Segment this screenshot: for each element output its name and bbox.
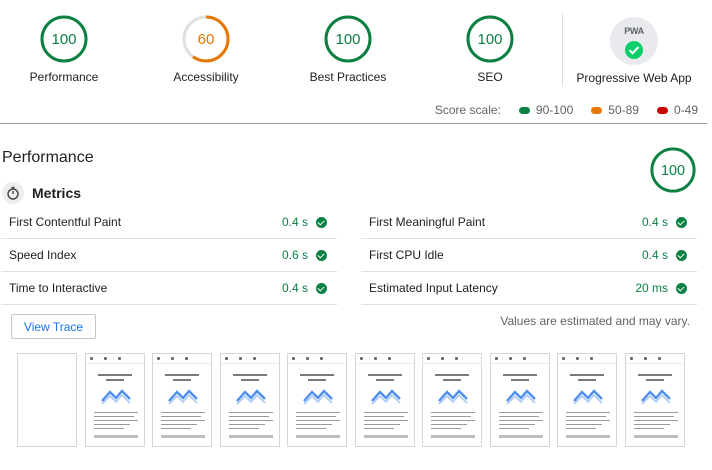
pwa-badge-text: PWA [624, 26, 644, 36]
pass-check-icon [316, 216, 327, 228]
pass-check-icon [676, 249, 687, 261]
category-gauges: 100 Performance 60 Accessibility 100 Bes… [0, 0, 712, 92]
metric-speed-index: Speed Index 0.6 s [1, 239, 337, 272]
metric-value: 0.4 s [641, 248, 668, 262]
legend-range-fail: 0-49 [673, 103, 698, 117]
filmstrip-frame [287, 353, 347, 447]
gauge-ring: 60 [182, 15, 230, 63]
metric-first-cpu-idle: First CPU Idle 0.4 s [361, 239, 697, 272]
gauge-ring: 100 [40, 15, 88, 63]
gauge-accessibility[interactable]: 60 Accessibility [136, 14, 276, 84]
filmstrip-frame [489, 353, 550, 447]
filmstrip-frame [422, 353, 482, 447]
gauge-ring: 100 [466, 15, 514, 63]
metric-estimated-input-latency: Estimated Input Latency 20 ms [361, 272, 697, 305]
filmstrip [17, 353, 697, 448]
score-scale-label: Score scale: [434, 103, 501, 117]
metrics-header: Metrics [2, 182, 81, 204]
metric-label: First Meaningful Paint [369, 215, 486, 229]
legend-range-average: 50-89 [608, 103, 639, 117]
pass-check-icon [676, 282, 687, 294]
metric-value: 20 ms [635, 281, 668, 295]
metric-value: 0.6 s [281, 248, 308, 262]
legend-dot-pass [518, 106, 530, 114]
pass-check-icon [316, 249, 327, 261]
filmstrip-frame [354, 353, 415, 447]
metric-label: Estimated Input Latency [369, 281, 498, 295]
score-scale-legend: Score scale: 90-100 50-89 0-49 [435, 103, 698, 117]
metric-label: First Contentful Paint [9, 215, 122, 229]
metric-first-contentful-paint: First Contentful Paint 0.4 s [1, 206, 337, 239]
gauge-ring: 100 [324, 15, 372, 63]
gauge-score: 100 [477, 31, 502, 48]
metric-label: Speed Index [9, 248, 77, 262]
pwa-check-icon [625, 41, 643, 59]
gauge-pwa[interactable]: PWA Progressive Web App [564, 14, 704, 85]
filmstrip-frame [84, 353, 145, 447]
gauge-score: 60 [198, 31, 215, 48]
gauge-seo[interactable]: 100 SEO [420, 14, 560, 84]
gauge-label: Accessibility [173, 70, 239, 84]
gauge-divider [562, 14, 563, 86]
gauge-score: 100 [51, 31, 76, 48]
metric-label: Time to Interactive [9, 281, 108, 295]
performance-section-title: Performance [2, 149, 94, 166]
pass-check-icon [676, 216, 687, 228]
pwa-badge: PWA [610, 17, 658, 65]
gauge-label: Best Practices [309, 70, 387, 84]
metric-value: 0.4 s [641, 215, 668, 229]
gauge-ring: 100 [650, 147, 696, 193]
performance-score-gauge: 100 [649, 146, 697, 199]
legend-dot-fail [656, 106, 668, 114]
legend-range-pass: 90-100 [535, 103, 574, 117]
section-divider [0, 123, 707, 124]
filmstrip-frame [219, 353, 280, 447]
gauge-label: Progressive Web App [576, 71, 692, 85]
filmstrip-frame [17, 353, 77, 447]
filmstrip-frame [557, 353, 617, 447]
gauge-performance[interactable]: 100 Performance [0, 14, 134, 84]
pass-check-icon [316, 282, 327, 294]
metric-value: 0.4 s [281, 215, 308, 229]
stopwatch-icon [2, 182, 24, 204]
gauge-label: Performance [29, 70, 99, 84]
filmstrip-frame [624, 353, 685, 447]
gauge-score: 100 [335, 31, 360, 48]
gauge-best-practices[interactable]: 100 Best Practices [278, 14, 418, 84]
metric-time-to-interactive: Time to Interactive 0.4 s [1, 272, 337, 305]
estimate-note: Values are estimated and may vary. [500, 314, 690, 328]
gauge-label: SEO [477, 70, 503, 84]
performance-score: 100 [661, 163, 685, 179]
filmstrip-frame [152, 353, 212, 447]
view-trace-button[interactable]: View Trace [11, 314, 96, 339]
legend-dot-average [591, 106, 603, 114]
metric-value: 0.4 s [281, 281, 308, 295]
metrics-title: Metrics [32, 185, 82, 201]
metric-first-meaningful-paint: First Meaningful Paint 0.4 s [361, 206, 697, 239]
metric-label: First CPU Idle [369, 248, 444, 262]
